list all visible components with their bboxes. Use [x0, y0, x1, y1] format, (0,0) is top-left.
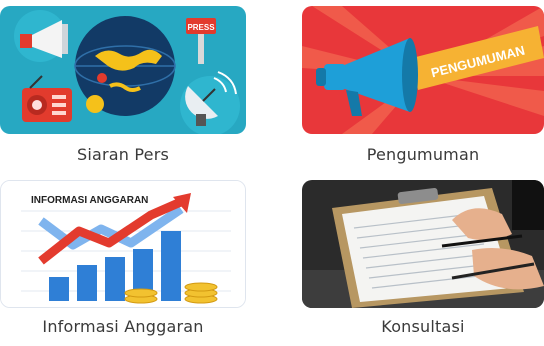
svg-text:INFORMASI ANGGARAN: INFORMASI ANGGARAN — [31, 195, 148, 206]
informasi-anggaran-image[interactable]: INFORMASI ANGGARAN — [0, 180, 246, 308]
announcement-illustration: PENGUMUMAN — [302, 6, 544, 134]
tile-label[interactable]: Informasi Anggaran — [0, 317, 246, 336]
konsultasi-image[interactable] — [302, 180, 544, 308]
tile-label[interactable]: Pengumuman — [302, 145, 544, 164]
pengumuman-image[interactable]: PENGUMUMAN — [302, 6, 544, 134]
svg-text:PRESS: PRESS — [187, 23, 215, 32]
press-illustration: PRESS — [0, 6, 246, 134]
tile-label[interactable]: Konsultasi — [302, 317, 544, 336]
clipboard-icon — [332, 187, 524, 308]
budget-chart-illustration: INFORMASI ANGGARAN — [1, 181, 245, 307]
consultation-photo — [302, 180, 544, 308]
siaran-pers-image[interactable]: PRESS — [0, 6, 246, 134]
tile-label[interactable]: Siaran Pers — [0, 145, 246, 164]
